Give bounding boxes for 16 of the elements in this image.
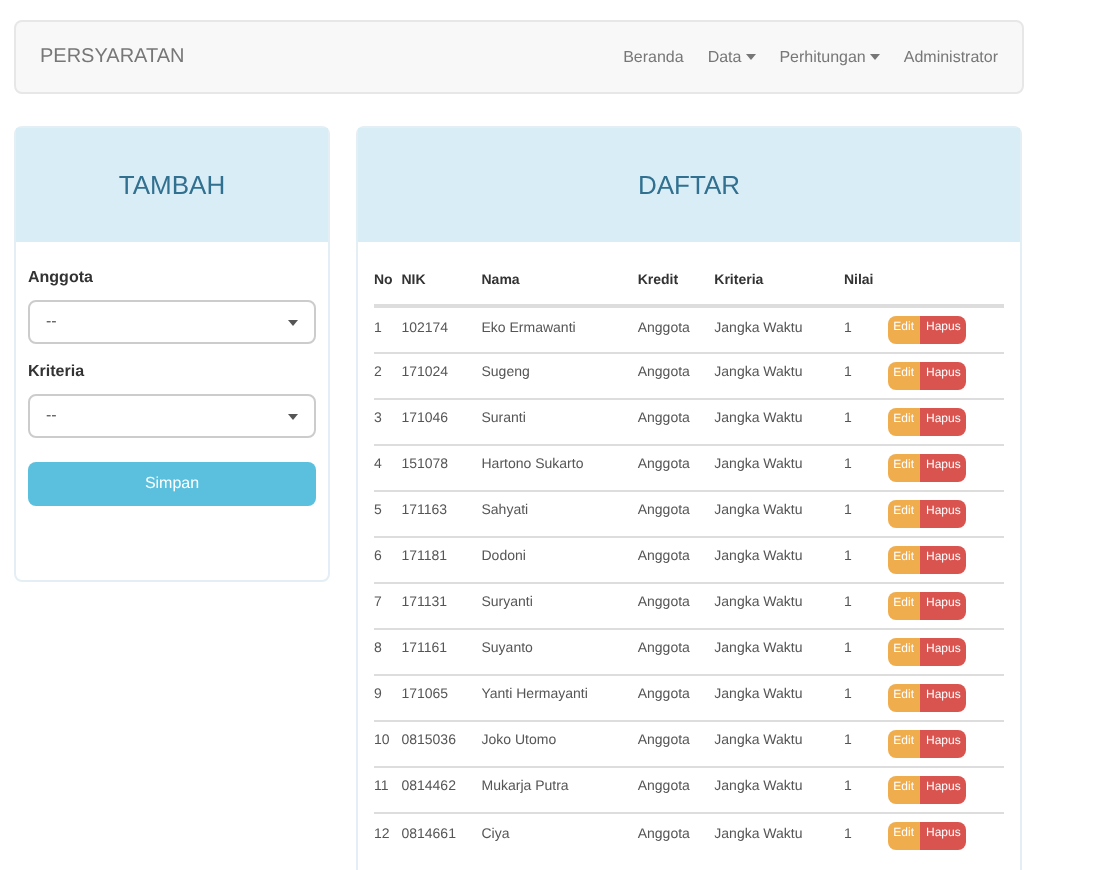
caret-icon <box>745 54 756 60</box>
caret-icon <box>288 413 298 419</box>
nav-link[interactable]: Administrator <box>903 45 998 69</box>
nav-link[interactable]: Perhitungan <box>779 45 880 69</box>
caret-icon <box>869 54 880 60</box>
caret-icon <box>288 319 298 325</box>
panel-title: DAFTAR <box>637 167 741 204</box>
select-field[interactable]: -- <box>28 394 316 438</box>
submit-button[interactable]: Simpan <box>28 462 316 506</box>
nav-link[interactable]: Data <box>707 45 756 69</box>
panel-title: TAMBAH <box>118 167 226 204</box>
nav-link[interactable]: Beranda <box>623 45 684 69</box>
field-label: Anggota <box>28 266 95 290</box>
brand-title[interactable]: PERSYARATAN <box>40 42 185 72</box>
select-field[interactable]: -- <box>28 300 316 344</box>
field-label: Kriteria <box>28 360 87 384</box>
